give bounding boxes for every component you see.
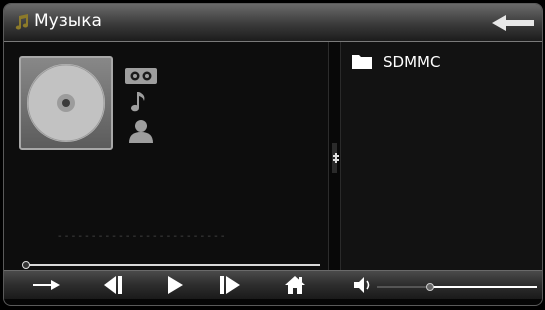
page-title: Музыка xyxy=(34,11,102,31)
volume-handle[interactable] xyxy=(425,283,434,291)
note-icon xyxy=(131,92,145,112)
disc-icon xyxy=(27,64,105,142)
artist-icon xyxy=(129,120,153,143)
playback-control-bar xyxy=(4,270,542,299)
now-playing-panel: - - - - - - - - - - - - - - - - - - - - … xyxy=(4,42,328,270)
track-info-placeholder: - - - - - - - - - - - - - - - - - - - - … xyxy=(58,235,228,239)
splitter-handle-icon[interactable] xyxy=(329,143,340,173)
volume-icon[interactable] xyxy=(352,275,374,295)
album-art xyxy=(19,56,113,150)
music-note-icon xyxy=(15,14,29,30)
folder-icon xyxy=(352,55,372,69)
list-item-sdmmc[interactable]: SDMMC xyxy=(351,52,440,72)
file-browser-panel: SDMMC xyxy=(340,42,542,270)
next-icon[interactable] xyxy=(217,275,243,295)
play-icon[interactable] xyxy=(164,275,186,295)
title-bar: Музыка xyxy=(4,4,542,42)
volume-slider-remaining xyxy=(377,286,430,288)
home-icon[interactable] xyxy=(284,275,306,295)
progress-bar[interactable] xyxy=(22,261,320,269)
list-item-label: SDMMC xyxy=(383,53,441,71)
previous-icon[interactable] xyxy=(102,275,126,295)
music-app-window: Музыка - - - - - xyxy=(3,3,543,306)
album-icon xyxy=(125,68,157,84)
volume-slider[interactable] xyxy=(377,283,537,291)
progress-handle[interactable] xyxy=(22,261,30,269)
repeat-icon[interactable] xyxy=(31,275,63,295)
back-arrow-icon[interactable] xyxy=(490,13,536,33)
